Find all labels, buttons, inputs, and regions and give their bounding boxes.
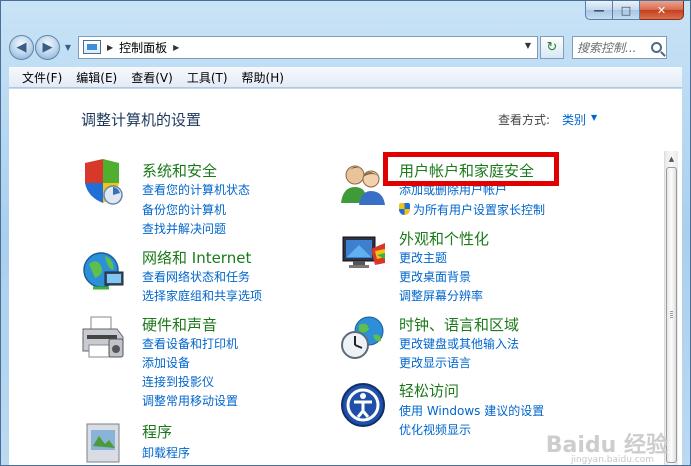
printer-icon[interactable] <box>79 313 127 361</box>
menu-bar: 文件(F) 编辑(E) 查看(V) 工具(T) 帮助(H) <box>9 67 682 88</box>
back-button[interactable]: ◀ <box>9 34 34 60</box>
link-troubleshoot[interactable]: 查找并解决问题 <box>142 220 226 237</box>
page-title: 调整计算机的设置 <box>81 111 202 129</box>
category-ease-of-access[interactable]: 轻松访问 <box>399 380 459 401</box>
link-homegroup-sharing[interactable]: 选择家庭组和共享选项 <box>142 287 262 304</box>
minimize-button[interactable]: — <box>585 1 613 20</box>
address-bar[interactable]: ▶ 控制面板 ▶ ▼ <box>78 35 538 59</box>
link-uninstall-program[interactable]: 卸载程序 <box>142 444 190 461</box>
menu-tools[interactable]: 工具(T) <box>180 69 235 86</box>
vertical-scrollbar[interactable]: ▲ <box>664 151 678 465</box>
refresh-button[interactable]: ↻ <box>540 35 564 59</box>
menu-file[interactable]: 文件(F) <box>15 69 69 86</box>
link-recommended-settings[interactable]: 使用 Windows 建议的设置 <box>399 402 544 419</box>
view-by-chevron-down-icon[interactable]: ▼ <box>591 113 597 122</box>
clock-globe-icon[interactable] <box>339 313 387 361</box>
address-dropdown-icon[interactable]: ▼ <box>525 41 531 50</box>
close-button[interactable]: ✕ <box>640 1 684 20</box>
link-adjust-resolution[interactable]: 调整屏幕分辨率 <box>399 287 483 304</box>
programs-icon[interactable] <box>79 416 127 464</box>
menu-view[interactable]: 查看(V) <box>124 69 180 86</box>
control-panel-window: — □ ✕ ◀ ▶ ▼ ▶ 控制面板 ▶ ▼ ↻ 搜索控制... 文件(F) 编… <box>0 0 691 466</box>
link-mobility-settings[interactable]: 调整常用移动设置 <box>142 392 238 409</box>
breadcrumb-arrow-icon[interactable]: ▶ <box>107 43 113 52</box>
link-connect-projector[interactable]: 连接到投影仪 <box>142 373 214 390</box>
highlight-annotation-box <box>383 152 559 186</box>
scroll-thumb[interactable] <box>666 167 677 463</box>
link-change-display-language[interactable]: 更改显示语言 <box>399 354 471 371</box>
recent-pages-dropdown-icon[interactable]: ▼ <box>62 43 74 52</box>
breadcrumb-arrow-icon[interactable]: ▶ <box>173 43 179 52</box>
user-accounts-icon[interactable] <box>339 159 387 207</box>
breadcrumb-control-panel[interactable]: 控制面板 <box>119 39 167 56</box>
link-devices-printers[interactable]: 查看设备和打印机 <box>142 335 238 352</box>
scroll-up-arrow-icon[interactable]: ▲ <box>665 151 678 166</box>
link-backup-computer[interactable]: 备份您的计算机 <box>142 201 226 218</box>
ease-of-access-icon[interactable] <box>339 381 387 429</box>
forward-button[interactable]: ▶ <box>35 34 60 60</box>
link-parental-controls[interactable]: 为所有用户设置家长控制 <box>399 201 545 218</box>
caption-buttons: — □ ✕ <box>585 1 684 20</box>
link-add-device[interactable]: 添加设备 <box>142 354 190 371</box>
search-icon[interactable] <box>651 41 662 53</box>
menu-edit[interactable]: 编辑(E) <box>69 69 124 86</box>
link-parental-controls-label[interactable]: 为所有用户设置家长控制 <box>413 203 545 217</box>
view-by-dropdown[interactable]: 类别 <box>562 111 586 128</box>
watermark-url: jingyan.baidu.com <box>570 455 654 465</box>
appearance-monitor-icon[interactable] <box>339 229 387 277</box>
link-change-desktop-background[interactable]: 更改桌面背景 <box>399 268 471 285</box>
link-optimize-video-display[interactable]: 优化视频显示 <box>399 421 471 438</box>
navigation-bar: ◀ ▶ ▼ ▶ 控制面板 ▶ ▼ ↻ 搜索控制... <box>9 33 682 61</box>
scroll-grip <box>670 311 673 318</box>
control-panel-icon <box>83 40 101 54</box>
view-by-label: 查看方式: <box>498 113 551 127</box>
category-clock-language-region[interactable]: 时钟、语言和区域 <box>399 314 519 335</box>
category-programs[interactable]: 程序 <box>142 421 172 442</box>
network-globe-icon[interactable] <box>79 246 127 294</box>
link-view-network-status[interactable]: 查看网络状态和任务 <box>142 268 250 285</box>
link-change-keyboard[interactable]: 更改键盘或其他输入法 <box>399 335 519 352</box>
category-system-security[interactable]: 系统和安全 <box>142 160 217 181</box>
category-network-internet[interactable]: 网络和 Internet <box>142 247 251 268</box>
content-pane: 调整计算机的设置 查看方式: 类别 ▼ 系统和安全 查看您的计算机状态 备份您的… <box>9 89 682 465</box>
uac-shield-icon <box>399 203 410 215</box>
link-change-theme[interactable]: 更改主题 <box>399 249 447 266</box>
search-box[interactable]: 搜索控制... <box>572 35 667 59</box>
link-view-computer-status[interactable]: 查看您的计算机状态 <box>142 181 250 198</box>
category-hardware-sound[interactable]: 硬件和声音 <box>142 314 217 335</box>
menu-help[interactable]: 帮助(H) <box>235 69 291 86</box>
category-appearance[interactable]: 外观和个性化 <box>399 228 489 249</box>
maximize-button[interactable]: □ <box>613 1 640 20</box>
search-input[interactable]: 搜索控制... <box>577 39 636 56</box>
system-security-shield-icon[interactable] <box>79 157 127 205</box>
